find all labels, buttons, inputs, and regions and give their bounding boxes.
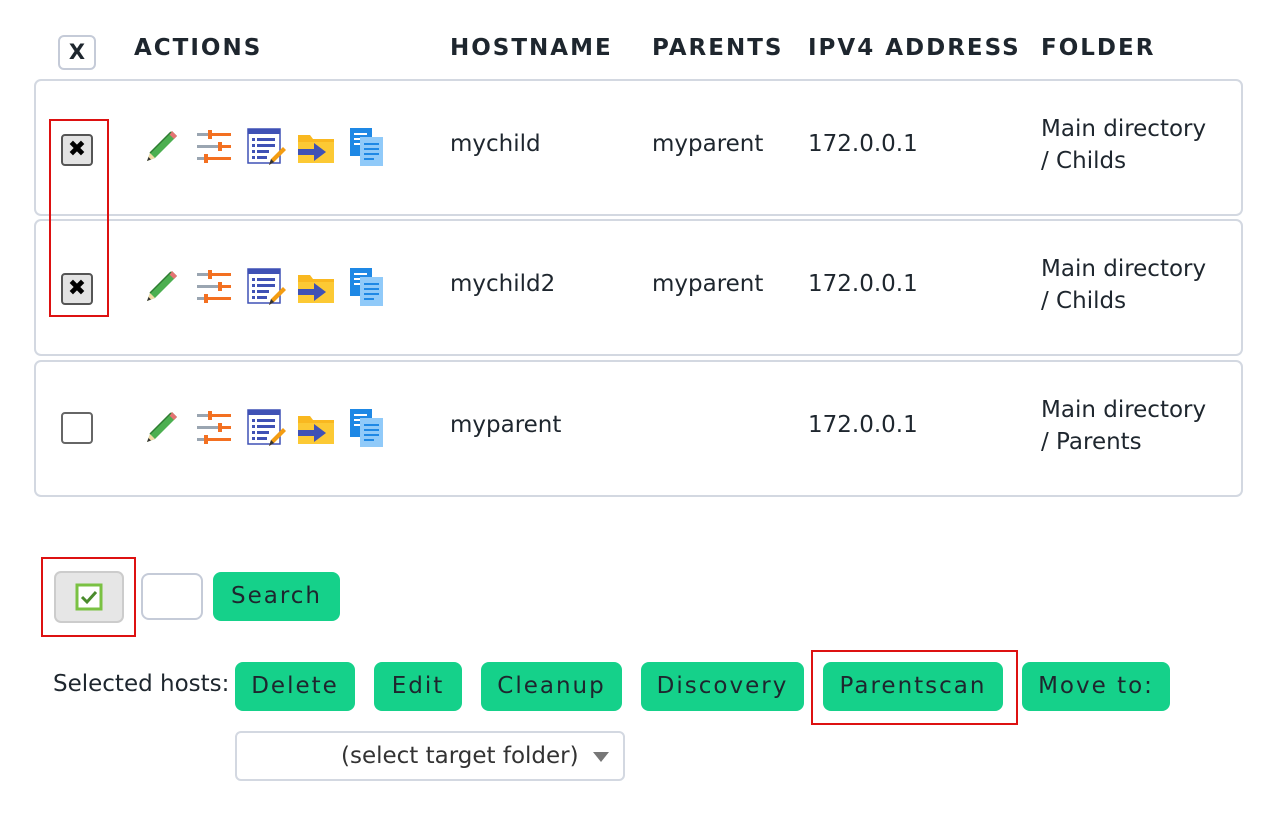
target-folder-placeholder: (select target folder)	[341, 743, 579, 769]
move-folder-icon[interactable]	[296, 267, 336, 307]
edit-button[interactable]: Edit	[374, 662, 462, 711]
hostname-link[interactable]: myparent	[450, 412, 561, 438]
hostname-link[interactable]: mychild2	[450, 271, 555, 297]
highlight-parentscan	[811, 650, 1018, 725]
search-input[interactable]	[141, 573, 203, 620]
folder-line-1: Main directory	[1041, 256, 1207, 282]
folder-cell: Main directory / Childs	[1041, 253, 1206, 317]
ipv4-cell: 172.0.0.1	[808, 412, 918, 438]
header-parents[interactable]: PARENTS	[652, 35, 783, 61]
table-row: ✖ mychild myparent 172.0.0.1 Main direct…	[34, 79, 1243, 216]
table-row: ✖ mychild2 myparent 172.0.0.1 Main direc…	[34, 219, 1243, 356]
header-ipv4-address[interactable]: IPV4 ADDRESS	[808, 35, 1021, 61]
move-to-button[interactable]: Move to:	[1022, 662, 1170, 711]
parameters-sliders-icon[interactable]	[195, 408, 235, 448]
hostname-link[interactable]: mychild	[450, 131, 541, 157]
folder-line-1: Main directory	[1041, 116, 1207, 142]
header-hostname[interactable]: HOSTNAME	[450, 35, 613, 61]
rules-list-icon[interactable]	[247, 127, 287, 167]
folder-cell: Main directory / Childs	[1041, 113, 1206, 177]
folder-cell: Main directory / Parents	[1041, 394, 1206, 458]
delete-button[interactable]: Delete	[235, 662, 355, 711]
discovery-button[interactable]: Discovery	[641, 662, 804, 711]
toggle-all-button[interactable]: X	[58, 35, 96, 70]
clone-pages-icon[interactable]	[347, 127, 387, 167]
header-actions: ACTIONS	[134, 35, 263, 61]
selected-hosts-label: Selected hosts:	[53, 671, 230, 697]
parameters-sliders-icon[interactable]	[195, 267, 235, 307]
chevron-down-icon	[593, 752, 609, 762]
clone-pages-icon[interactable]	[347, 267, 387, 307]
folder-line-2: / Childs	[1041, 288, 1127, 314]
rules-list-icon[interactable]	[247, 408, 287, 448]
move-folder-icon[interactable]	[296, 127, 336, 167]
cleanup-button[interactable]: Cleanup	[481, 662, 622, 711]
edit-pencil-icon[interactable]	[141, 267, 181, 307]
highlight-toggle	[41, 557, 136, 637]
folder-line-1: Main directory	[1041, 397, 1207, 423]
table-row: myparent 172.0.0.1 Main directory / Pare…	[34, 360, 1243, 497]
folder-line-2: / Childs	[1041, 148, 1127, 174]
clone-pages-icon[interactable]	[347, 408, 387, 448]
edit-pencil-icon[interactable]	[141, 127, 181, 167]
parameters-sliders-icon[interactable]	[195, 127, 235, 167]
highlight-checkboxes	[49, 119, 109, 317]
move-folder-icon[interactable]	[296, 408, 336, 448]
target-folder-select[interactable]: (select target folder)	[235, 731, 625, 781]
row-checkbox[interactable]	[61, 412, 93, 444]
folder-line-2: / Parents	[1041, 429, 1142, 455]
search-button[interactable]: Search	[213, 572, 340, 621]
parents-cell: myparent	[652, 271, 764, 297]
ipv4-cell: 172.0.0.1	[808, 131, 918, 157]
parents-cell: myparent	[652, 131, 764, 157]
ipv4-cell: 172.0.0.1	[808, 271, 918, 297]
header-folder[interactable]: FOLDER	[1041, 35, 1155, 61]
rules-list-icon[interactable]	[247, 267, 287, 307]
edit-pencil-icon[interactable]	[141, 408, 181, 448]
